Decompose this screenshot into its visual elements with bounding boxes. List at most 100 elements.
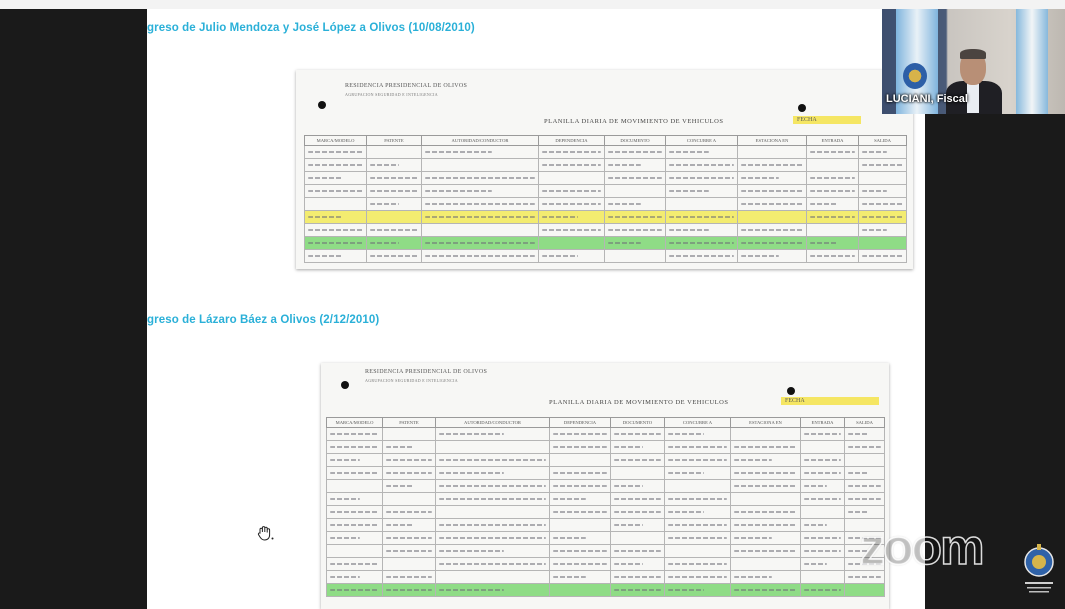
table-cell [800,453,845,467]
col-header: AUTORIDAD/CONDUCTOR [421,135,539,146]
handwritten-entry [370,164,400,166]
table-cell [326,440,383,454]
handwritten-entry [668,563,727,565]
handwritten-entry [734,472,797,474]
handwritten-entry [848,472,869,474]
handwritten-entry [553,472,607,474]
handwritten-entry [542,255,578,257]
table-cell [382,505,436,519]
table-cell [737,171,807,185]
table-row [304,145,907,159]
table-cell [326,557,383,571]
table-row [326,531,885,545]
handwritten-entry [308,216,342,218]
table-cell [549,557,611,571]
table-cell [730,427,801,441]
handwritten-entry [668,459,727,461]
handwritten-entry [542,216,578,218]
table-row [326,557,885,571]
handwritten-entry [804,550,841,552]
handwritten-entry [386,485,415,487]
handwritten-entry [734,576,773,578]
table-cell [435,583,550,597]
handwritten-entry [810,255,855,257]
fecha-field: FECHA [793,116,861,124]
table-cell [435,544,550,558]
handwritten-entry [741,229,803,231]
handwritten-entry [804,563,827,565]
table-row [326,518,885,532]
table-cell [664,466,731,480]
table-cell [737,210,807,224]
handwritten-entry [614,563,643,565]
table-cell [549,492,611,506]
handwritten-entry [330,576,360,578]
table-cell [610,570,665,584]
handwritten-entry [439,498,546,500]
handwritten-entry [734,550,797,552]
table-cell [366,249,422,263]
handwritten-entry [862,216,903,218]
table-cell [382,583,436,597]
table-cell [806,249,859,263]
handwritten-entry [370,229,418,231]
table-cell [382,427,436,441]
table-cell [737,236,807,250]
table-cell [549,531,611,545]
table-cell [858,249,907,263]
table-cell [800,570,845,584]
handwritten-entry [741,190,803,192]
handwritten-entry [439,550,504,552]
table-cell [421,197,539,211]
handwritten-entry [810,216,855,218]
handwritten-entry [370,177,418,179]
handwritten-entry [804,485,827,487]
col-header: DOCUMENTO [610,417,665,428]
table-cell [549,466,611,480]
handwritten-entry [848,498,881,500]
handwritten-entry [439,459,546,461]
handwritten-entry [425,190,492,192]
table-cell [806,184,859,198]
table-cell [730,440,801,454]
handwritten-entry [439,524,546,526]
table-cell [858,210,907,224]
participant-video-thumbnail[interactable]: LUCIANI, Fiscal [882,9,1065,114]
table-cell [538,223,605,237]
vehicle-log-document-2: RESIDENCIA PRESIDENCIAL DE OLIVOS AGRUPA… [321,363,889,609]
handwritten-entry [542,151,601,153]
table-cell [664,440,731,454]
table-cell [538,197,605,211]
punch-hole [798,104,806,112]
table-row [326,583,885,597]
col-header: ESTACIONA EN [737,135,807,146]
table-cell [730,557,801,571]
table-header-row: MARCA/MODELO PATENTE AUTORIDAD/CONDUCTOR… [326,417,885,428]
handwritten-entry [734,446,797,448]
handwritten-entry [862,151,888,153]
handwritten-entry [553,433,607,435]
handwritten-entry [608,203,641,205]
table-cell [610,466,665,480]
handwritten-entry [308,164,363,166]
handwritten-entry [553,550,607,552]
handwritten-entry [741,177,779,179]
table-header-row: MARCA/MODELO PATENTE AUTORIDAD/CONDUCTOR… [304,135,907,146]
punch-hole [318,101,326,109]
handwritten-entry [741,203,803,205]
table-row [304,249,907,263]
table-cell [538,184,605,198]
handwritten-entry [804,459,841,461]
table-cell [435,531,550,545]
fecha-field: FECHA [781,397,879,405]
handwritten-entry [330,563,379,565]
table-cell [538,236,605,250]
doc-header-line-1: RESIDENCIA PRESIDENCIAL DE OLIVOS [345,83,468,89]
handwritten-entry [862,203,903,205]
table-cell [844,440,885,454]
col-header: MARCA/MODELO [326,417,383,428]
table-cell [421,158,539,172]
handwritten-entry [734,524,797,526]
handwritten-entry [370,242,400,244]
handwritten-entry [862,229,888,231]
